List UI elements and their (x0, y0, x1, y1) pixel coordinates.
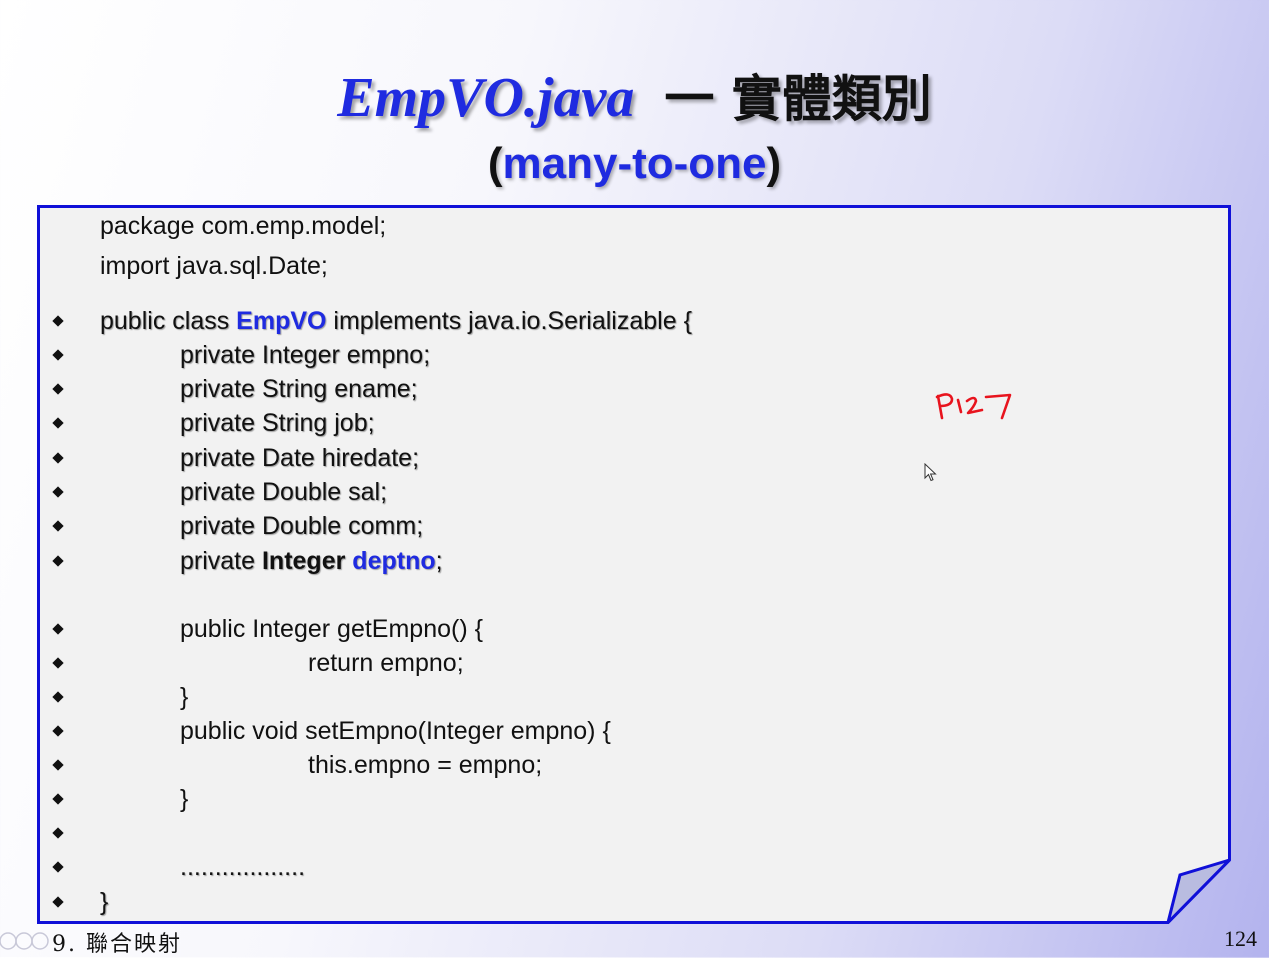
title-filename: EmpVO.java (337, 67, 635, 129)
bullet-icon (52, 793, 64, 805)
bullet-icon (52, 520, 64, 532)
deptno-type: Integer (261, 547, 346, 575)
footer-page-number: 124 (1224, 926, 1257, 951)
bullet-icon (52, 315, 64, 327)
title-subtitle: (many-to-one) (0, 134, 1269, 194)
subtitle-relationship: many-to-one (502, 139, 767, 188)
mouse-pointer-icon (924, 463, 937, 482)
decorative-circles-icon (0, 932, 49, 950)
subtitle-open-paren: ( (487, 139, 503, 188)
handwritten-annotation-p127 (935, 393, 1012, 420)
bullet-icon (52, 452, 64, 464)
bullet-icon (52, 383, 64, 395)
bullet-icon (52, 486, 64, 498)
bullet-icon (52, 349, 64, 361)
subtitle-close-paren: ) (766, 139, 782, 188)
code-listing: package com.emp.model; import java.sql.D… (37, 205, 1231, 924)
class-name: EmpVO (236, 307, 327, 335)
title-line: EmpVO.java 一 實體類別 (0, 62, 1269, 134)
footer-chapter: 9. 聯合映射 (52, 932, 182, 957)
bullet-icon (52, 827, 64, 839)
bullet-icon (52, 623, 64, 635)
bullet-icon (52, 759, 64, 771)
bullet-icon (52, 896, 64, 908)
bullet-icon (52, 725, 64, 737)
bullet-icon (52, 657, 64, 669)
bullet-icon (52, 861, 64, 873)
title-subject: 一 實體類別 (664, 70, 932, 128)
code-panel: package com.emp.model; import java.sql.D… (37, 205, 1231, 924)
bullet-icon (52, 417, 64, 429)
bullet-icon (52, 555, 64, 567)
bullet-icon (52, 691, 64, 703)
slide-title: EmpVO.java 一 實體類別 (many-to-one) (0, 62, 1269, 194)
deptno-name: deptno (352, 547, 436, 575)
